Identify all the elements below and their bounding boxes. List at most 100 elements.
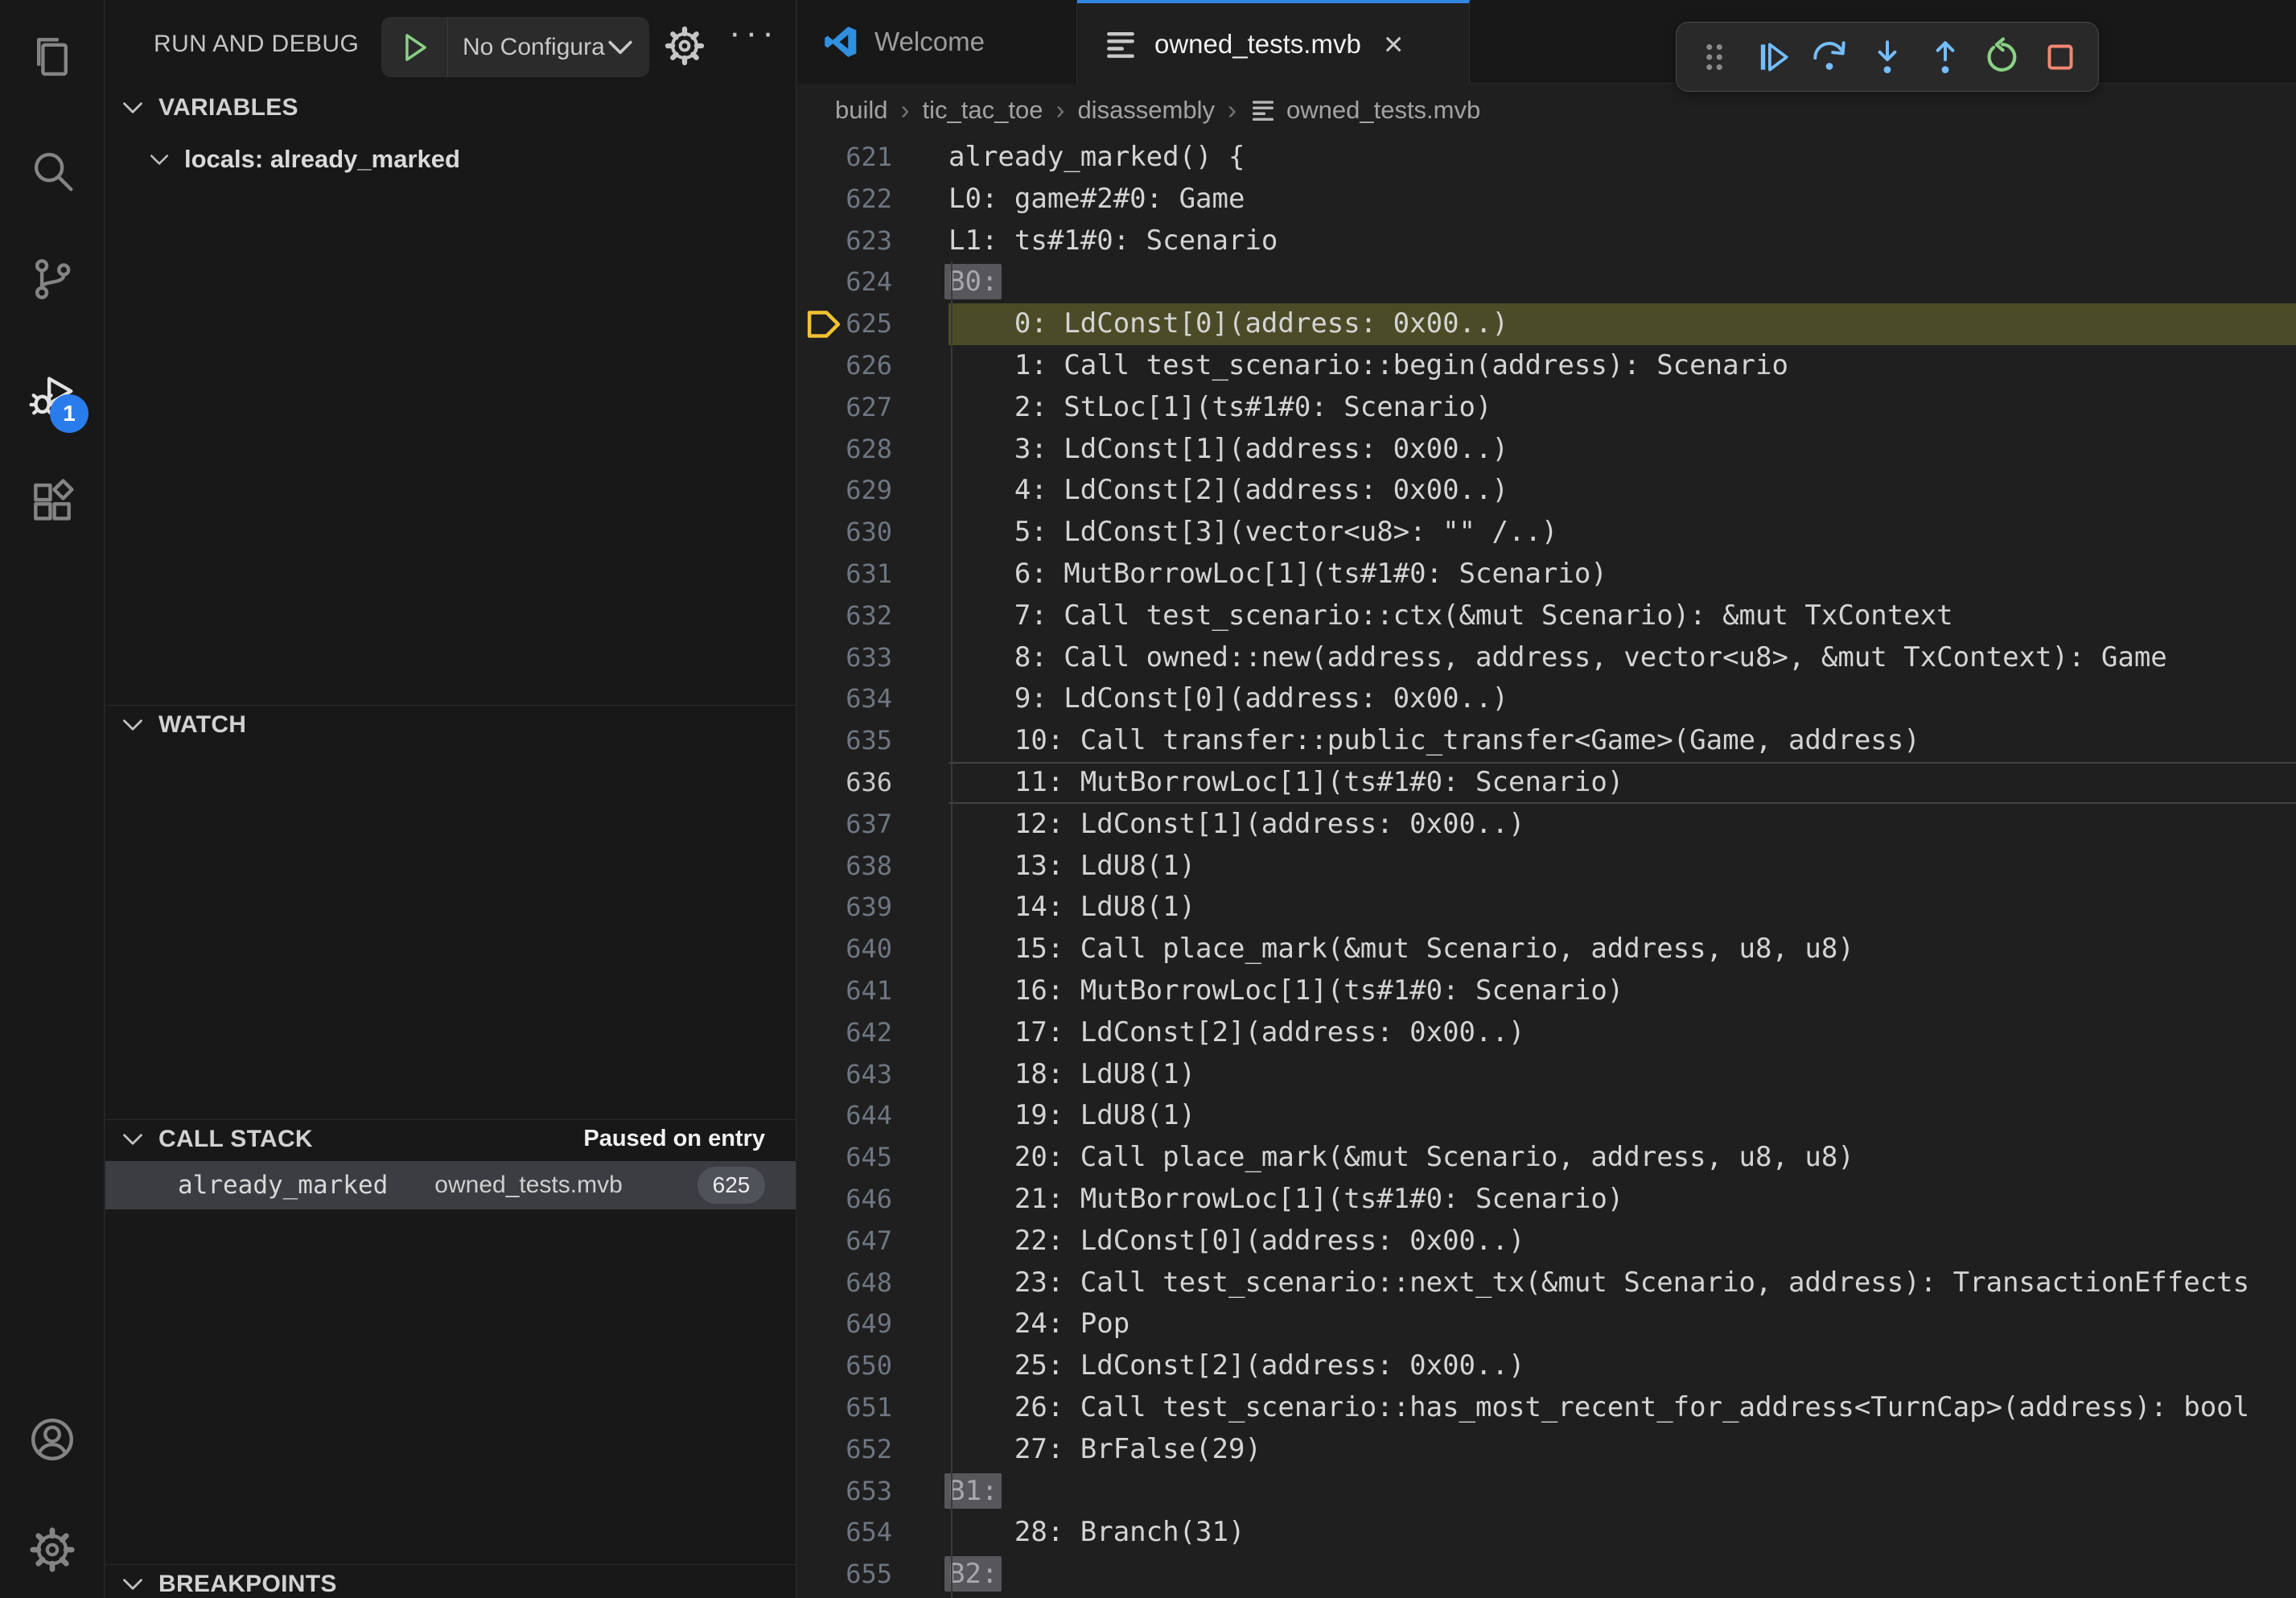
code-line[interactable]: 621already_marked() {	[797, 137, 2296, 179]
close-tab-icon[interactable]: ×	[1384, 27, 1404, 61]
line-number[interactable]: 636	[797, 762, 948, 804]
code-line[interactable]: 624B0:	[797, 262, 2296, 303]
line-number[interactable]: 631	[797, 554, 948, 595]
line-number[interactable]: 626	[797, 345, 948, 387]
toolbar-drag-handle-icon[interactable]	[1694, 37, 1734, 77]
code-line[interactable]: 651 26: Call test_scenario::has_most_rec…	[797, 1387, 2296, 1429]
source-control-icon[interactable]	[27, 254, 77, 304]
line-number[interactable]: 637	[797, 804, 948, 846]
line-number[interactable]: 627	[797, 387, 948, 429]
line-number[interactable]: 623	[797, 220, 948, 262]
line-number[interactable]: 634	[797, 678, 948, 720]
line-number[interactable]: 640	[797, 929, 948, 970]
code-line[interactable]: 637 12: LdConst[1](address: 0x00..)	[797, 804, 2296, 846]
code-line[interactable]: 638 13: LdU8(1)	[797, 846, 2296, 888]
line-number[interactable]: 621	[797, 137, 948, 179]
line-number[interactable]: 651	[797, 1387, 948, 1429]
account-icon[interactable]	[27, 1415, 77, 1464]
tab-welcome[interactable]: Welcome	[797, 0, 1077, 84]
line-number[interactable]: 647	[797, 1221, 948, 1262]
line-number[interactable]: 653	[797, 1471, 948, 1513]
line-number[interactable]: 630	[797, 512, 948, 554]
line-number[interactable]: 646	[797, 1179, 948, 1221]
code-line[interactable]: 634 9: LdConst[0](address: 0x00..)	[797, 678, 2296, 720]
code-line[interactable]: 622L0: game#2#0: Game	[797, 179, 2296, 220]
line-number[interactable]: 654	[797, 1512, 948, 1554]
line-number[interactable]: 638	[797, 846, 948, 888]
continue-icon[interactable]	[1752, 37, 1792, 77]
step-out-icon[interactable]	[1925, 37, 1965, 77]
search-icon[interactable]	[27, 146, 77, 196]
code-line[interactable]: 652 27: BrFalse(29)	[797, 1429, 2296, 1471]
line-number[interactable]: 644	[797, 1095, 948, 1137]
code-line[interactable]: 643 18: LdU8(1)	[797, 1054, 2296, 1096]
debug-config-dropdown[interactable]: No Configura	[381, 17, 649, 77]
explorer-icon[interactable]	[27, 31, 77, 81]
call-stack-section-header[interactable]: CALL STACK Paused on entry	[105, 1119, 796, 1158]
line-number[interactable]: 645	[797, 1137, 948, 1179]
code-line[interactable]: 629 4: LdConst[2](address: 0x00..)	[797, 470, 2296, 512]
line-number[interactable]: 643	[797, 1054, 948, 1096]
stop-icon[interactable]	[2040, 37, 2080, 77]
variables-section-header[interactable]: VARIABLES	[105, 89, 796, 127]
line-number[interactable]: 642	[797, 1012, 948, 1054]
line-number[interactable]: 635	[797, 720, 948, 762]
line-number[interactable]: 622	[797, 179, 948, 220]
line-number[interactable]: 629	[797, 470, 948, 512]
code-line[interactable]: 630 5: LdConst[3](vector<u8>: "" /..)	[797, 512, 2296, 554]
tab-owned-tests[interactable]: owned_tests.mvb ×	[1077, 0, 1470, 84]
code-editor[interactable]: 621already_marked() {622L0: game#2#0: Ga…	[797, 137, 2296, 1598]
line-number[interactable]: 641	[797, 970, 948, 1012]
step-into-icon[interactable]	[1867, 37, 1907, 77]
more-actions-icon[interactable]: ···	[729, 13, 779, 53]
breakpoints-section-header[interactable]: BREAKPOINTS	[105, 1564, 796, 1598]
code-line[interactable]: 632 7: Call test_scenario::ctx(&mut Scen…	[797, 595, 2296, 637]
code-line[interactable]: 628 3: LdConst[1](address: 0x00..)	[797, 429, 2296, 471]
code-line[interactable]: 647 22: LdConst[0](address: 0x00..)	[797, 1221, 2296, 1262]
restart-icon[interactable]	[1982, 37, 2022, 77]
code-line[interactable]: 625 0: LdConst[0](address: 0x00..)	[797, 303, 2296, 345]
code-line[interactable]: 642 17: LdConst[2](address: 0x00..)	[797, 1012, 2296, 1054]
breadcrumb-item[interactable]: build	[835, 96, 888, 125]
watch-section-header[interactable]: WATCH	[105, 705, 796, 743]
line-number[interactable]: 628	[797, 429, 948, 471]
locals-scope-row[interactable]: locals: already_marked	[105, 138, 796, 180]
code-line[interactable]: 640 15: Call place_mark(&mut Scenario, a…	[797, 929, 2296, 970]
line-number[interactable]: 650	[797, 1345, 948, 1387]
line-number[interactable]: 655	[797, 1554, 948, 1596]
code-line[interactable]: 648 23: Call test_scenario::next_tx(&mut…	[797, 1262, 2296, 1304]
code-line[interactable]: 627 2: StLoc[1](ts#1#0: Scenario)	[797, 387, 2296, 429]
code-line[interactable]: 635 10: Call transfer::public_transfer<G…	[797, 720, 2296, 762]
code-line[interactable]: 654 28: Branch(31)	[797, 1512, 2296, 1554]
extensions-icon[interactable]	[27, 478, 77, 528]
code-line[interactable]: 646 21: MutBorrowLoc[1](ts#1#0: Scenario…	[797, 1179, 2296, 1221]
code-line[interactable]: 626 1: Call test_scenario::begin(address…	[797, 345, 2296, 387]
code-line[interactable]: 631 6: MutBorrowLoc[1](ts#1#0: Scenario)	[797, 554, 2296, 595]
settings-gear-icon[interactable]	[27, 1525, 77, 1575]
line-number[interactable]: 652	[797, 1429, 948, 1471]
start-debug-icon[interactable]	[402, 32, 430, 63]
line-number[interactable]: 632	[797, 595, 948, 637]
code-line[interactable]: 636 11: MutBorrowLoc[1](ts#1#0: Scenario…	[797, 762, 2296, 804]
code-line[interactable]: 644 19: LdU8(1)	[797, 1095, 2296, 1137]
debug-settings-gear-icon[interactable]	[662, 23, 707, 68]
call-stack-frame-row[interactable]: already_marked owned_tests.mvb 625	[105, 1161, 796, 1209]
code-line[interactable]: 633 8: Call owned::new(address, address,…	[797, 637, 2296, 679]
line-number[interactable]: 624	[797, 262, 948, 303]
breadcrumb-item[interactable]: tic_tac_toe	[923, 96, 1043, 125]
breadcrumb-item[interactable]: disassembly	[1077, 96, 1215, 125]
line-number[interactable]: 649	[797, 1304, 948, 1345]
code-line[interactable]: 645 20: Call place_mark(&mut Scenario, a…	[797, 1137, 2296, 1179]
code-line[interactable]: 650 25: LdConst[2](address: 0x00..)	[797, 1345, 2296, 1387]
code-line[interactable]: 655B2:	[797, 1554, 2296, 1596]
code-line[interactable]: 653B1:	[797, 1471, 2296, 1513]
code-line[interactable]: 641 16: MutBorrowLoc[1](ts#1#0: Scenario…	[797, 970, 2296, 1012]
code-line[interactable]: 623L1: ts#1#0: Scenario	[797, 220, 2296, 262]
breadcrumb-item[interactable]: owned_tests.mvb	[1286, 96, 1480, 125]
code-line[interactable]: 649 24: Pop	[797, 1304, 2296, 1345]
line-number[interactable]: 639	[797, 887, 948, 929]
line-number[interactable]: 633	[797, 637, 948, 679]
line-number[interactable]: 648	[797, 1262, 948, 1304]
code-line[interactable]: 639 14: LdU8(1)	[797, 887, 2296, 929]
line-number[interactable]: 625	[797, 303, 948, 345]
